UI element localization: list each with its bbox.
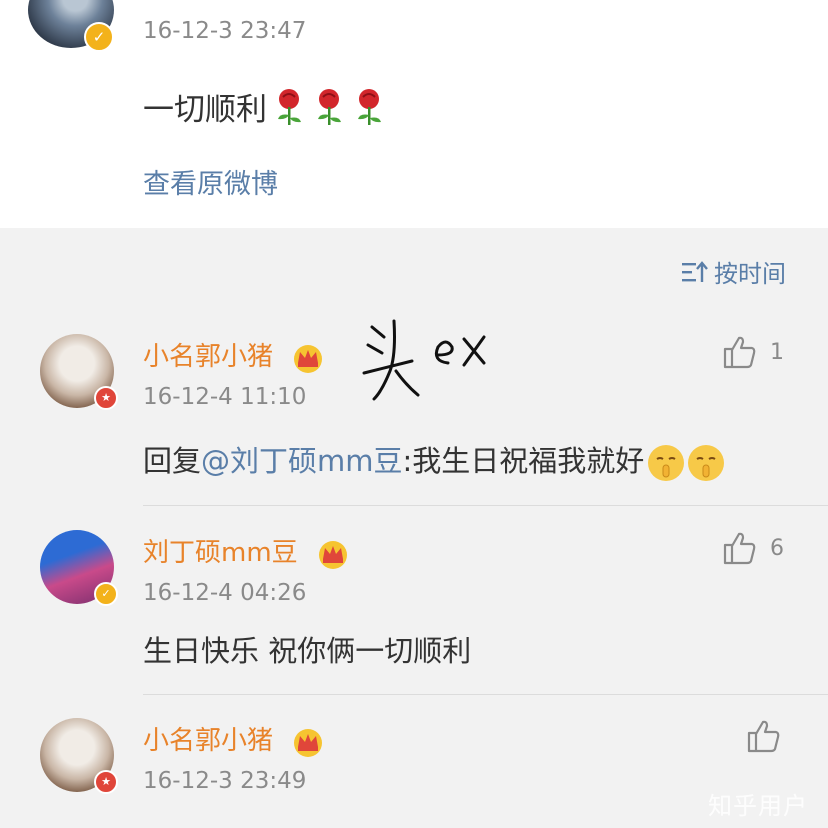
comment-text: 生日快乐 祝你俩一切顺利	[143, 634, 472, 668]
verified-badge-icon: ✓	[94, 582, 118, 606]
shush-emoji-icon	[648, 445, 685, 481]
comment-timestamp: 16-12-4 11:10	[143, 384, 307, 410]
commenter-name[interactable]: 小名郭小猪	[143, 336, 325, 373]
zhihu-watermark: 知乎用户	[708, 792, 808, 820]
handwritten-annotation	[362, 319, 486, 401]
rose-emoji-icon	[271, 87, 307, 127]
mention-link[interactable]: @刘丁硕mm豆	[201, 444, 403, 478]
sort-label: 按时间	[714, 260, 786, 288]
thumbs-up-icon	[723, 532, 756, 565]
member-badge-icon: ★	[94, 770, 118, 794]
comment-divider	[143, 694, 828, 695]
original-post: ✓ 16-12-3 23:47 一切顺利 查看原微博	[0, 0, 828, 228]
post-timestamp: 16-12-3 23:47	[143, 18, 307, 44]
comment-divider	[143, 505, 828, 506]
view-original-link[interactable]: 查看原微博	[143, 162, 278, 201]
comment-timestamp: 16-12-3 23:49	[143, 768, 307, 794]
commenter-name[interactable]: 刘丁硕mm豆	[143, 532, 350, 569]
like-count: 6	[770, 535, 784, 561]
rose-emoji-icon	[311, 87, 347, 127]
thumbs-up-icon	[747, 720, 780, 753]
sort-icon	[682, 260, 708, 282]
shush-emoji-icon	[688, 445, 725, 481]
member-badge-icon: ★	[94, 386, 118, 410]
like-button[interactable]	[746, 718, 794, 754]
vip-crown-icon	[318, 540, 347, 569]
verified-badge-icon: ✓	[84, 22, 114, 52]
like-count: 1	[770, 339, 784, 365]
rose-emoji-icon	[351, 87, 387, 127]
post-text: 一切顺利	[143, 84, 387, 129]
thumbs-up-icon	[723, 336, 756, 369]
like-button[interactable]: 6	[722, 530, 784, 566]
comment-timestamp: 16-12-4 04:26	[143, 580, 307, 606]
commenter-name[interactable]: 小名郭小猪	[143, 720, 325, 757]
vip-crown-icon	[294, 344, 323, 373]
post-text-content: 一切顺利	[143, 92, 267, 128]
vip-crown-icon	[294, 728, 323, 757]
comment-text: 回复@刘丁硕mm豆:我生日祝福我就好	[143, 438, 725, 481]
sort-by-time-button[interactable]: 按时间	[680, 254, 786, 289]
like-button[interactable]: 1	[722, 334, 784, 370]
